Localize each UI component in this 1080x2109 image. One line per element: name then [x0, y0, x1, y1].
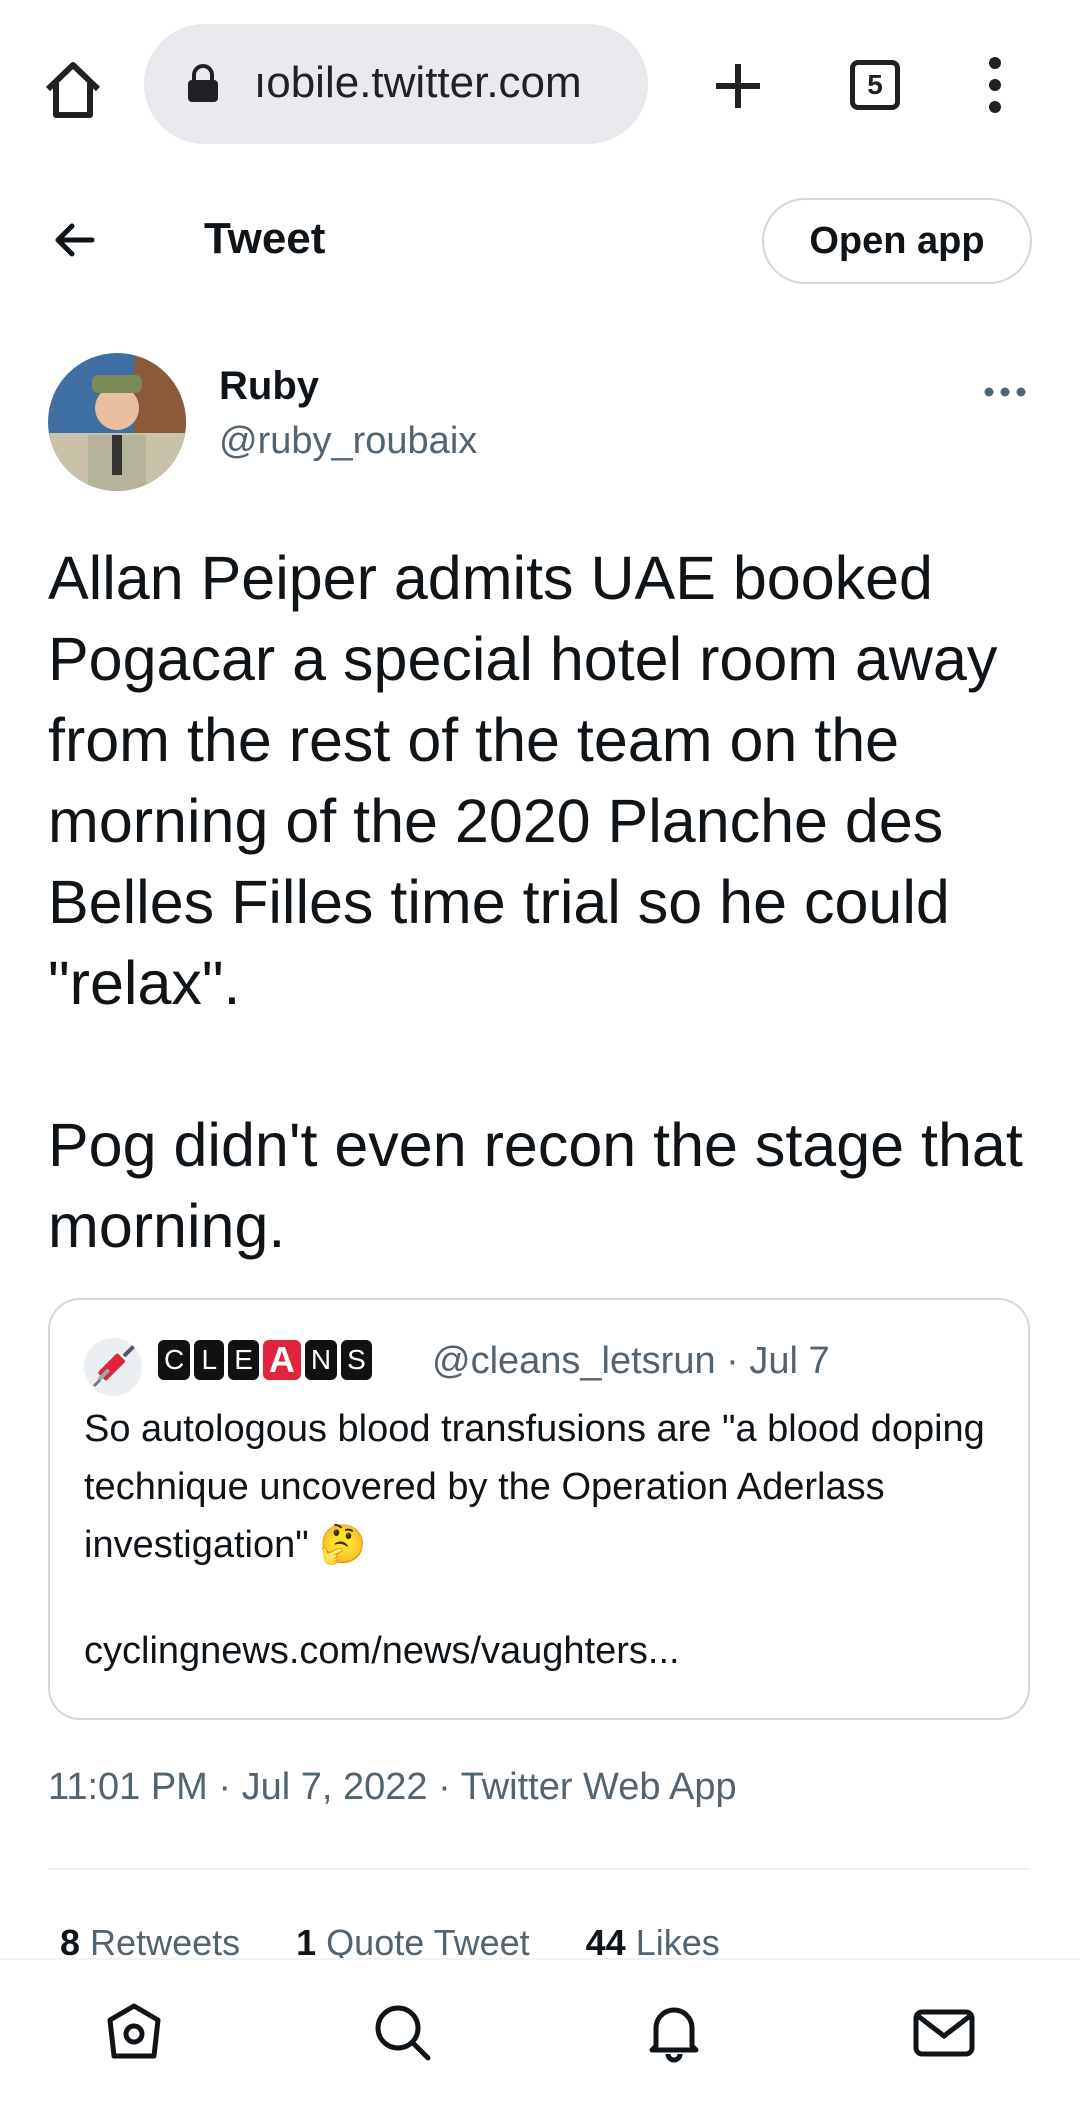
browser-menu-icon[interactable]	[980, 55, 1010, 115]
search-icon[interactable]	[370, 2000, 434, 2064]
letter-badge: E	[228, 1340, 259, 1380]
mail-icon[interactable]	[912, 2000, 976, 2064]
quote-text-body: So autologous blood transfusions are "a …	[84, 1408, 985, 1566]
author-handle[interactable]: @ruby_roubaix	[219, 420, 477, 463]
tweet-text-paragraph: Pog didn't even recon the stage that mor…	[48, 1111, 1023, 1260]
tweet-text-paragraph: Allan Peiper admits UAE booked Pogacar a…	[48, 544, 998, 1017]
likes-label: Likes	[635, 1922, 720, 1963]
quote-author-name[interactable]: C L E A N S	[158, 1340, 372, 1384]
tweet-text: Allan Peiper admits UAE booked Pogacar a…	[48, 538, 1038, 1267]
letter-badge: N	[304, 1340, 338, 1380]
quote-link[interactable]: cyclingnews.com/news/vaughters...	[84, 1630, 680, 1673]
open-app-button[interactable]: Open app	[762, 198, 1032, 284]
home-nav-icon[interactable]	[102, 2000, 166, 2064]
syringe-avatar-icon	[84, 1338, 142, 1396]
more-options-icon[interactable]	[982, 372, 1028, 412]
divider	[48, 1868, 1030, 1870]
letter-badge: L	[194, 1340, 225, 1380]
url-text: ıobile.twitter.com	[254, 58, 582, 107]
page-title: Tweet	[204, 214, 326, 263]
new-tab-icon[interactable]	[710, 58, 766, 114]
quote-text: So autologous blood transfusions are "a …	[84, 1400, 1004, 1574]
tab-switcher-button[interactable]: 5	[850, 60, 900, 110]
letter-badge: C	[158, 1340, 191, 1380]
home-icon[interactable]	[38, 55, 108, 125]
letter-badge: A	[262, 1340, 301, 1380]
address-bar[interactable]: ıobile.twitter.com	[144, 24, 648, 144]
quote-tweet-card[interactable]: C L E A N S @cleans_letsrun · Jul 7 So a…	[48, 1298, 1030, 1720]
quotes-label: Quote Tweet	[326, 1922, 530, 1963]
browser-toolbar: ıobile.twitter.com 5	[0, 0, 1080, 170]
back-arrow-icon[interactable]	[50, 215, 100, 265]
bottom-navigation	[0, 1958, 1080, 2109]
lock-icon	[186, 64, 220, 104]
tweet-timestamp[interactable]: 11:01 PM · Jul 7, 2022 · Twitter Web App	[48, 1766, 737, 1809]
quote-handle-date: @cleans_letsrun · Jul 7	[432, 1340, 830, 1382]
author-name[interactable]: Ruby	[219, 364, 319, 409]
retweets-count: 8	[60, 1922, 81, 1963]
letter-badge: S	[341, 1340, 372, 1380]
bell-icon[interactable]	[642, 2000, 706, 2064]
likes-count: 44	[585, 1922, 626, 1963]
quotes-count: 1	[296, 1922, 317, 1963]
retweets-label: Retweets	[90, 1922, 241, 1963]
avatar[interactable]	[48, 353, 186, 491]
